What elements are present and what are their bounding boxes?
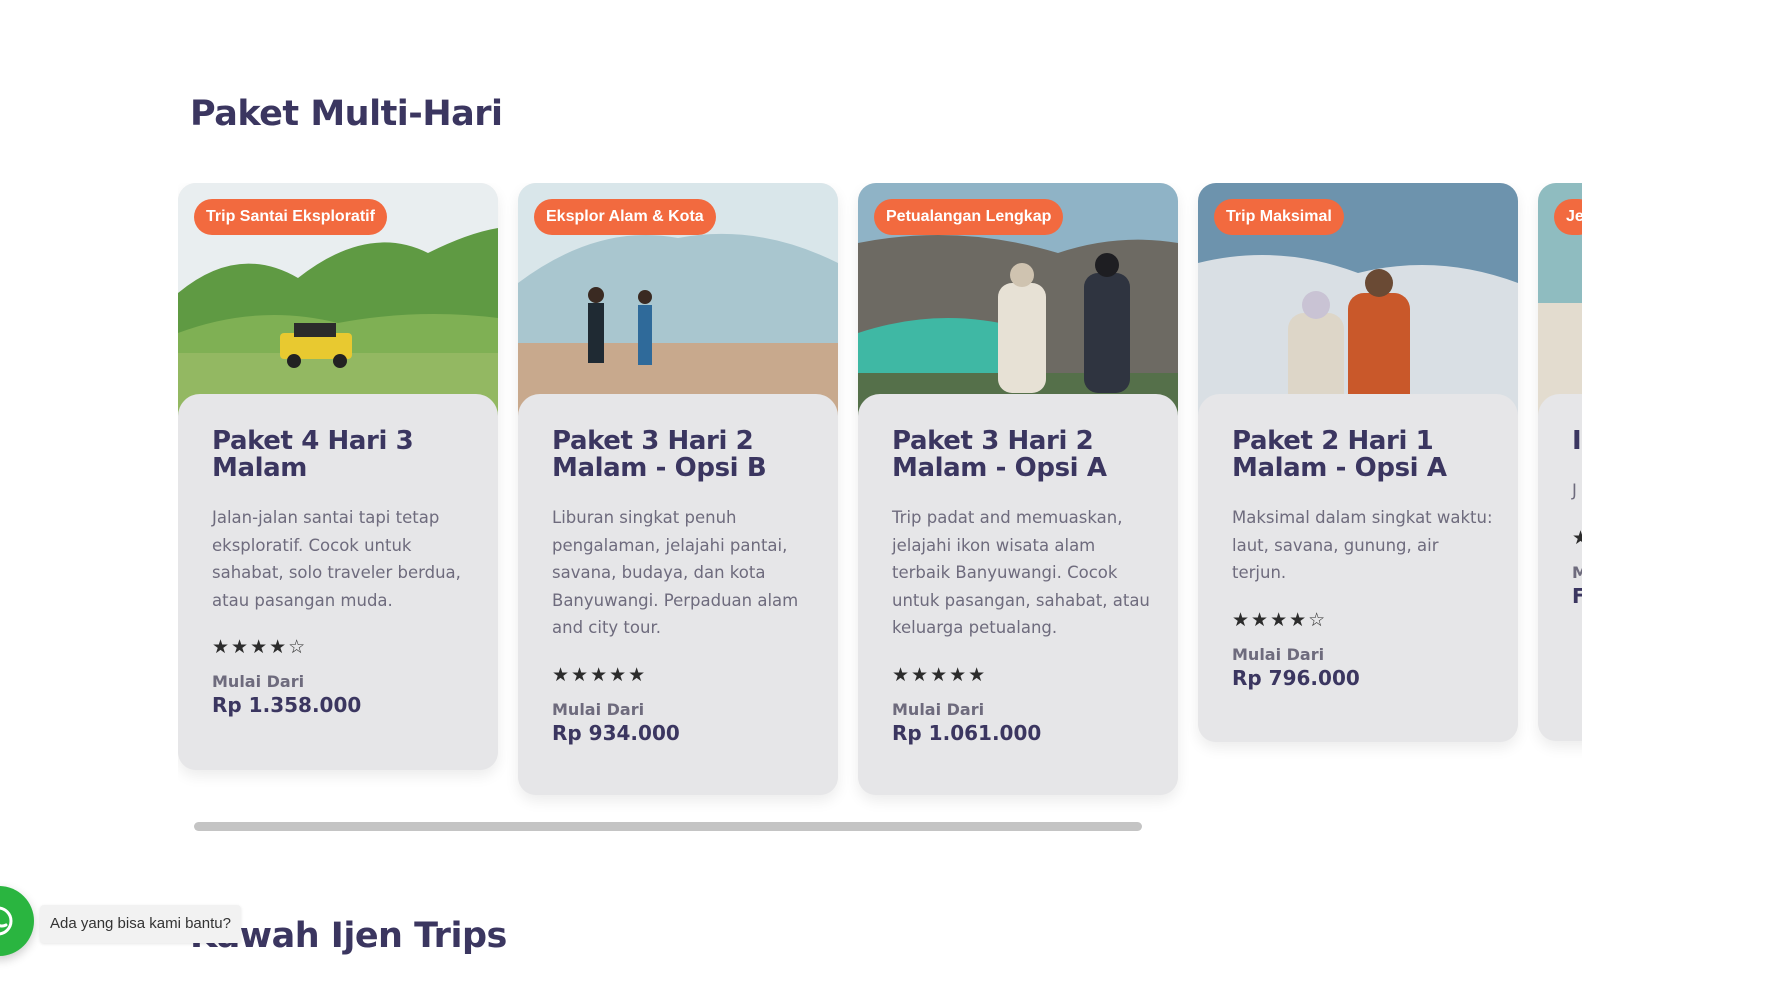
package-carousel[interactable]: Trip Santai Eksploratif Paket 4 Hari 3 M…	[178, 183, 1582, 813]
package-title[interactable]: Paket 3 Hari 2 Malam - Opsi A	[892, 428, 1152, 482]
price-from-label: Mulai Dari	[552, 699, 645, 719]
price-from-label: Mulai Dari	[892, 699, 985, 719]
package-badge: Petualangan Lengkap	[874, 199, 1064, 235]
package-description: Maksimal dalam singkat waktu: laut, sava…	[1232, 508, 1493, 582]
package-card-body: Paket 2 Hari 1 Malam - Opsi A Maksimal d…	[1198, 394, 1518, 742]
price-from-label: Mulai Dari	[212, 672, 305, 691]
carousel-scrollbar[interactable]	[194, 822, 1142, 831]
rating-stars: ★★★★★	[552, 663, 648, 686]
package-title[interactable]: Paket 3 Hari 2 Malam - Opsi B	[552, 428, 812, 482]
price-from-label: M	[1572, 562, 1582, 582]
package-card-body: Paket 3 Hari 2 Malam - Opsi B Liburan si…	[518, 394, 838, 795]
rating-stars: ★★★★★	[892, 663, 988, 686]
price-from-label: Mulai Dari	[1232, 644, 1325, 664]
package-badge: Trip Maksimal	[1214, 199, 1344, 235]
rating-stars: ★★★★☆	[212, 636, 308, 658]
package-price: Rp 796.000	[1232, 665, 1360, 690]
package-description: Jalan-jalan santai tapi tetap eksplorati…	[212, 508, 461, 610]
whatsapp-chat-button[interactable]	[0, 886, 34, 956]
package-card[interactable]: Trip Santai Eksploratif Paket 4 Hari 3 M…	[178, 183, 498, 770]
package-price: Rp 1.358.000	[212, 693, 362, 717]
package-title[interactable]: Paket 4 Hari 3 Malam	[212, 428, 472, 482]
rating-stars: ★	[1572, 527, 1582, 549]
package-price: Rp 1.061.000	[892, 720, 1042, 745]
package-card[interactable]: Petualangan Lengkap Paket 3 Hari 2 Malam…	[858, 183, 1178, 795]
package-description: Trip padat and memuaskan, jelajahi ikon …	[892, 508, 1150, 637]
package-card[interactable]: Eksplor Alam & Kota Paket 3 Hari 2 Malam…	[518, 183, 838, 795]
package-card-body: I I J h s ★ M F	[1538, 394, 1582, 741]
rating-stars: ★★★★☆	[1232, 608, 1328, 631]
package-card[interactable]: Je I I J h s ★ M F	[1538, 183, 1582, 741]
package-badge: Je	[1554, 199, 1582, 235]
package-card-body: Paket 3 Hari 2 Malam - Opsi A Trip padat…	[858, 394, 1178, 795]
section-title: Paket Multi-Hari	[190, 94, 503, 134]
package-title[interactable]: Paket 2 Hari 1 Malam - Opsi A	[1232, 428, 1492, 482]
package-badge: Eksplor Alam & Kota	[534, 199, 716, 235]
package-badge: Trip Santai Eksploratif	[194, 199, 387, 235]
chat-tooltip[interactable]: Ada yang bisa kami bantu?	[40, 905, 241, 943]
package-description: Liburan singkat penuh pengalaman, jelaja…	[552, 508, 799, 637]
whatsapp-icon	[0, 906, 13, 936]
package-price: F	[1572, 583, 1582, 608]
package-description: J h s	[1572, 481, 1582, 500]
package-card[interactable]: Trip Maksimal Paket 2 Hari 1 Malam - Ops…	[1198, 183, 1518, 742]
package-price: Rp 934.000	[552, 720, 680, 745]
package-card-body: Paket 4 Hari 3 Malam Jalan-jalan santai …	[178, 394, 498, 770]
package-title[interactable]: I I	[1572, 428, 1582, 455]
